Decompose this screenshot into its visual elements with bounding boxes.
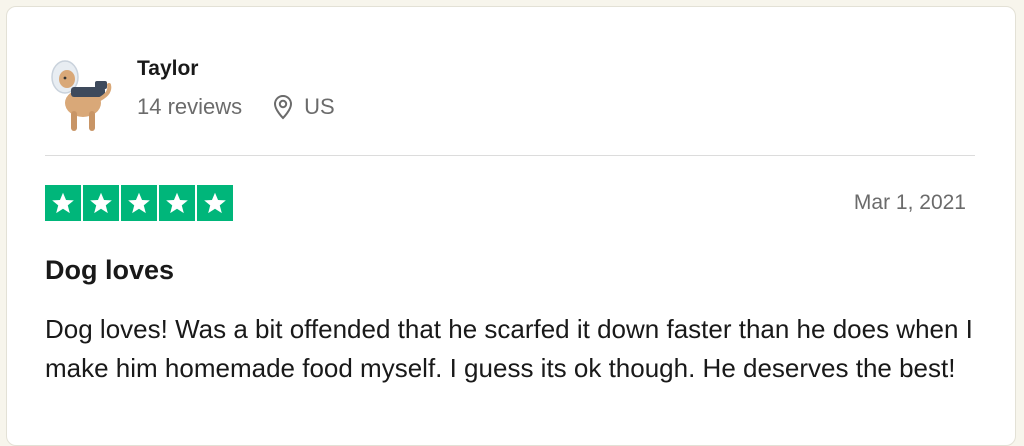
review-date: Mar 1, 2021 <box>853 191 966 214</box>
star-icon <box>197 185 233 221</box>
reviewer-country: US <box>304 94 335 119</box>
star-icon <box>45 185 81 221</box>
location-pin-icon <box>272 94 294 120</box>
review-text: Dog loves! Was a bit offended that he sc… <box>45 314 973 383</box>
star-icon <box>83 185 119 221</box>
star-rating <box>45 185 233 221</box>
star-icon <box>159 185 195 221</box>
review-card: Taylor 14 reviews US Mar 1, 2021 Dog lov… <box>6 6 1016 446</box>
divider <box>45 155 975 156</box>
reviews-count: 14 reviews <box>137 94 243 119</box>
reviewer-meta: 14 reviews US <box>137 94 335 120</box>
review-title[interactable]: Dog loves <box>45 255 174 286</box>
dog-avatar-icon[interactable] <box>45 53 117 135</box>
reviewer-name[interactable]: Taylor <box>137 57 198 81</box>
star-icon <box>121 185 157 221</box>
